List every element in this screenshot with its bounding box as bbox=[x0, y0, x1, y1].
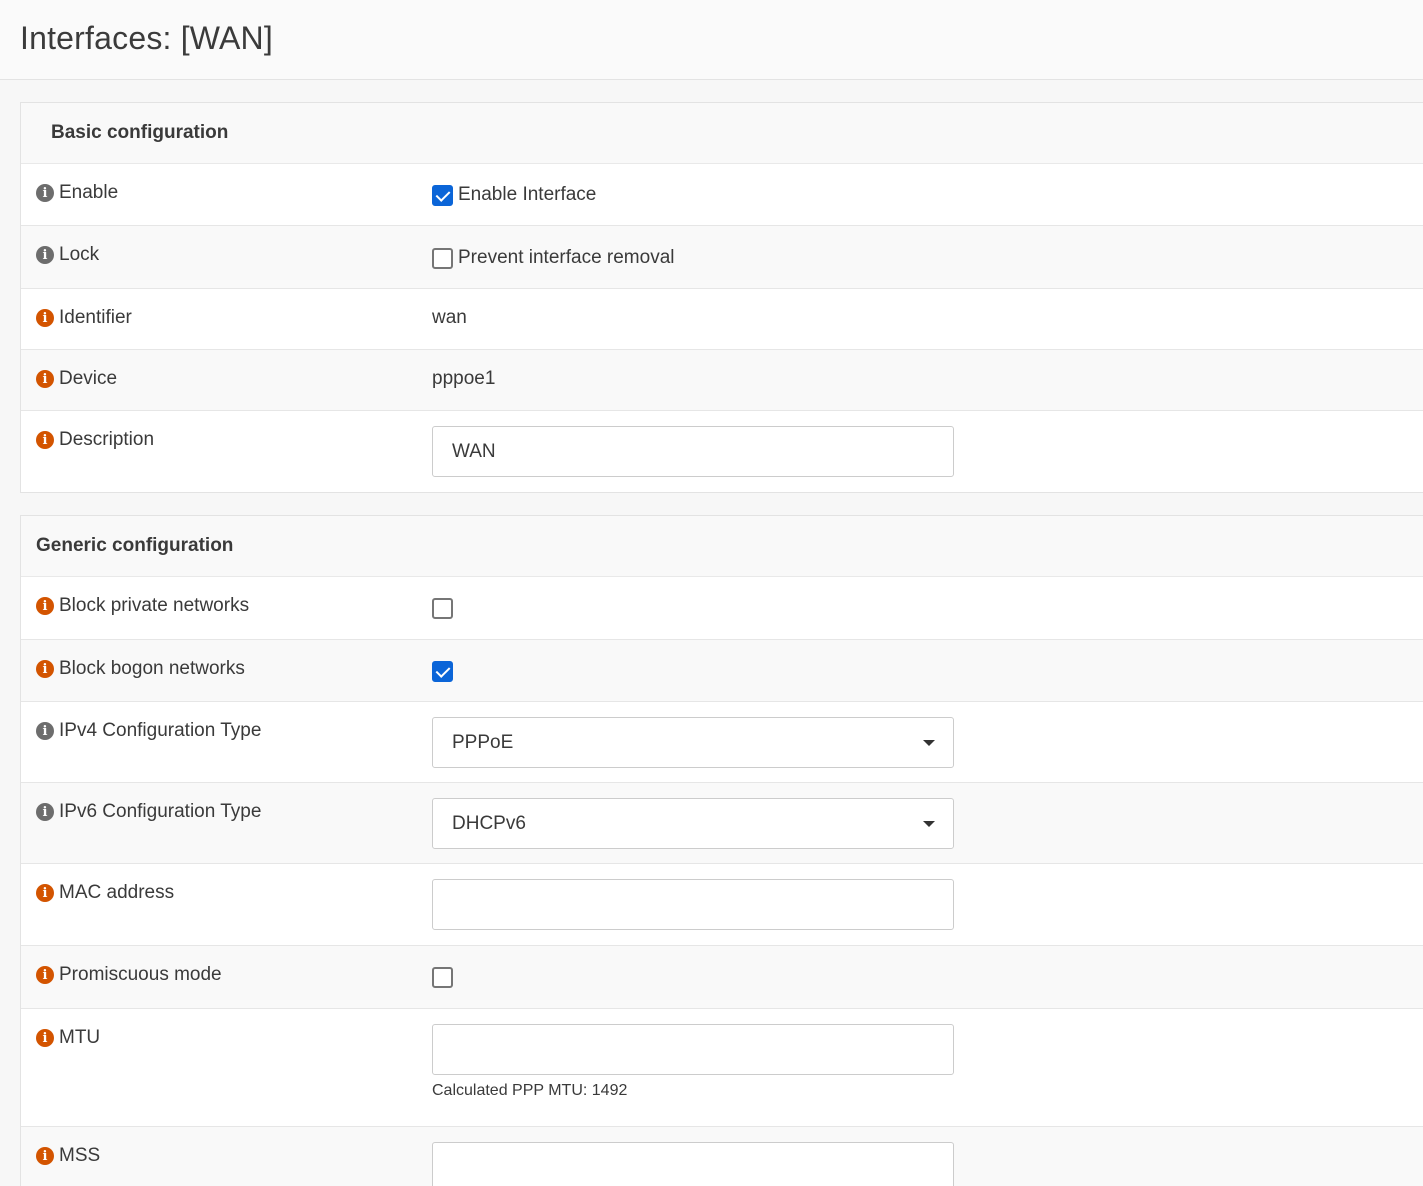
block-bogon-row: i Block bogon networks bbox=[21, 640, 1423, 702]
block-private-label: i Block private networks bbox=[36, 595, 249, 617]
enable-label: i Enable bbox=[36, 182, 118, 204]
ipv6-type-row: i IPv6 Configuration Type DHCPv6 bbox=[21, 783, 1423, 864]
generic-configuration-header: Generic configuration bbox=[21, 516, 1423, 577]
mss-label: i MSS bbox=[36, 1145, 100, 1167]
block-private-row: i Block private networks bbox=[21, 577, 1423, 640]
enable-row: i Enable Enable Interface bbox=[21, 164, 1423, 226]
enable-interface-checkbox[interactable]: Enable Interface bbox=[432, 184, 596, 206]
basic-configuration-title: Basic configuration bbox=[51, 122, 229, 143]
mac-address-label: i MAC address bbox=[36, 882, 174, 904]
block-bogon-checkbox[interactable] bbox=[432, 661, 458, 682]
mtu-hint: Calculated PPP MTU: 1492 bbox=[432, 1082, 628, 1099]
lock-label: i Lock bbox=[36, 244, 99, 266]
promiscuous-label: i Promiscuous mode bbox=[36, 964, 222, 986]
identifier-value: wan bbox=[432, 307, 467, 328]
mtu-label: i MTU bbox=[36, 1027, 100, 1049]
info-icon[interactable]: i bbox=[36, 246, 54, 264]
ipv4-type-row: i IPv4 Configuration Type PPPoE bbox=[21, 702, 1423, 783]
info-icon[interactable]: i bbox=[36, 597, 54, 615]
mtu-input[interactable] bbox=[432, 1024, 954, 1075]
info-icon[interactable]: i bbox=[36, 370, 54, 388]
info-icon[interactable]: i bbox=[36, 722, 54, 740]
checkbox-checked-icon[interactable] bbox=[432, 184, 453, 206]
ipv4-type-select[interactable]: PPPoE bbox=[432, 717, 954, 768]
description-input[interactable]: WAN bbox=[432, 426, 954, 477]
ipv4-type-label: i IPv4 Configuration Type bbox=[36, 720, 261, 742]
info-icon[interactable]: i bbox=[36, 431, 54, 449]
caret-down-icon[interactable] bbox=[923, 821, 935, 827]
prevent-removal-text[interactable]: Prevent interface removal bbox=[458, 247, 675, 269]
checkbox-unchecked-icon[interactable] bbox=[432, 598, 453, 619]
info-icon[interactable]: i bbox=[36, 184, 54, 202]
mss-row: i MSS bbox=[21, 1127, 1423, 1186]
generic-configuration-title: Generic configuration bbox=[36, 535, 234, 556]
info-icon[interactable]: i bbox=[36, 884, 54, 902]
identifier-label: i Identifier bbox=[36, 307, 132, 329]
page-title: Interfaces: [WAN] bbox=[20, 20, 273, 56]
identifier-row: i Identifier wan bbox=[21, 289, 1423, 350]
ipv6-type-select[interactable]: DHCPv6 bbox=[432, 798, 954, 849]
checkbox-checked-icon[interactable] bbox=[432, 661, 453, 682]
device-row: i Device pppoe1 bbox=[21, 350, 1423, 411]
description-row: i Description WAN bbox=[21, 411, 1423, 492]
ipv6-type-label: i IPv6 Configuration Type bbox=[36, 801, 261, 823]
prevent-removal-checkbox[interactable]: Prevent interface removal bbox=[432, 247, 675, 269]
block-bogon-label: i Block bogon networks bbox=[36, 658, 245, 680]
info-icon[interactable]: i bbox=[36, 1029, 54, 1047]
description-label: i Description bbox=[36, 429, 154, 451]
info-icon[interactable]: i bbox=[36, 803, 54, 821]
info-icon[interactable]: i bbox=[36, 1147, 54, 1165]
mss-input[interactable] bbox=[432, 1142, 954, 1186]
basic-configuration-panel: Basic configuration i Enable Enable Inte… bbox=[20, 102, 1423, 493]
device-label: i Device bbox=[36, 368, 117, 390]
info-icon[interactable]: i bbox=[36, 309, 54, 327]
info-icon[interactable]: i bbox=[36, 966, 54, 984]
block-private-checkbox[interactable] bbox=[432, 598, 458, 619]
info-icon[interactable]: i bbox=[36, 660, 54, 678]
checkbox-unchecked-icon[interactable] bbox=[432, 967, 453, 988]
basic-configuration-header: Basic configuration bbox=[21, 103, 1423, 164]
mac-address-input[interactable] bbox=[432, 879, 954, 930]
mtu-row: i MTU Calculated PPP MTU: 1492 bbox=[21, 1009, 1423, 1127]
device-value: pppoe1 bbox=[432, 368, 496, 389]
lock-row: i Lock Prevent interface removal bbox=[21, 226, 1423, 289]
page-header: Interfaces: [WAN] bbox=[0, 0, 1423, 80]
caret-down-icon[interactable] bbox=[923, 740, 935, 746]
checkbox-unchecked-icon[interactable] bbox=[432, 247, 453, 269]
generic-configuration-panel: Generic configuration i Block private ne… bbox=[20, 515, 1423, 1186]
promiscuous-checkbox[interactable] bbox=[432, 967, 458, 988]
promiscuous-row: i Promiscuous mode bbox=[21, 946, 1423, 1009]
enable-interface-text[interactable]: Enable Interface bbox=[458, 184, 596, 206]
mac-address-row: i MAC address bbox=[21, 864, 1423, 946]
